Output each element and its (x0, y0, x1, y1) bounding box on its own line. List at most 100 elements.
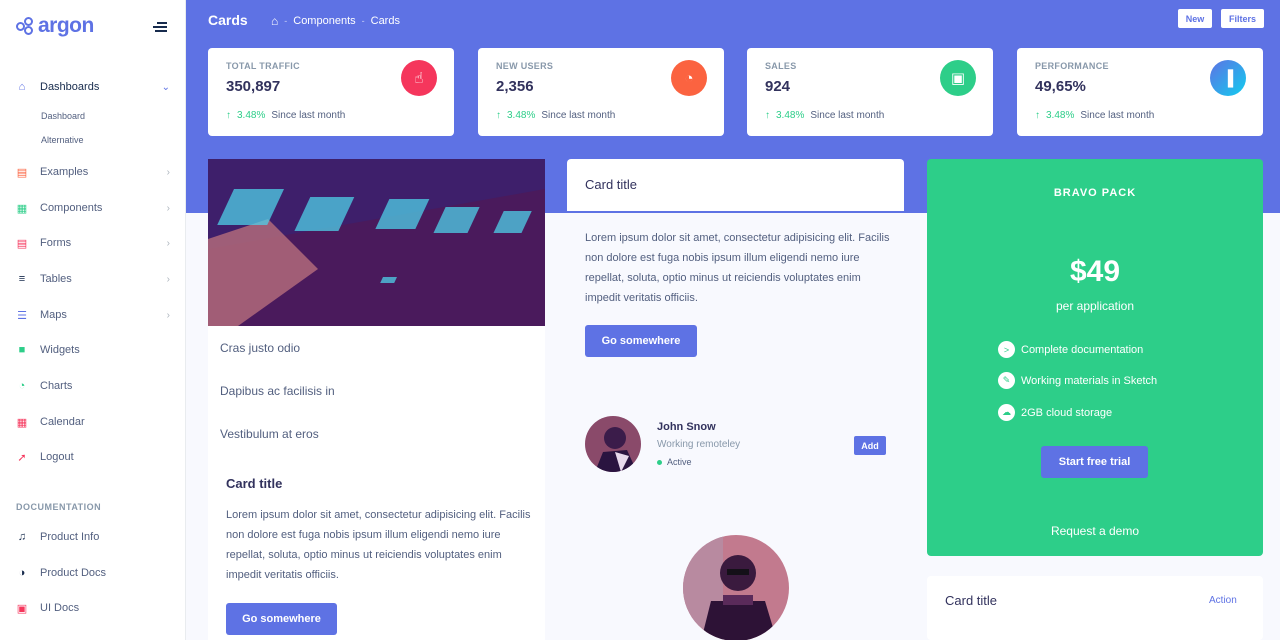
chevron-right-icon: › (166, 309, 170, 321)
brand[interactable]: argon (16, 14, 94, 38)
chevron-down-icon: ⌄ (161, 81, 170, 93)
sidebar-item-widgets[interactable]: ■ Widgets (16, 339, 170, 361)
filters-button[interactable]: Filters (1221, 9, 1264, 28)
stat-value: 2,356 (496, 78, 534, 95)
feature-label: Complete documentation (1021, 343, 1144, 356)
profile-name[interactable]: John Snow (657, 421, 716, 433)
chevron-right-icon: › (166, 273, 170, 285)
sidebar-item-maps[interactable]: ☰ Maps › (16, 304, 170, 326)
list-icon: ≡ (18, 273, 26, 285)
home-icon[interactable]: ⌂ (271, 14, 278, 28)
hand-pointer-icon: ☝ (401, 60, 437, 96)
music-icon: ♫ (17, 531, 27, 543)
sidebar-item-label: Calendar (40, 416, 85, 428)
new-button[interactable]: New (1178, 9, 1212, 28)
ui-icon: ▣ (16, 602, 28, 615)
pie-icon: ◔ (18, 380, 26, 392)
stat-label: PERFORMANCE (1035, 61, 1109, 71)
brand-name: argon (38, 14, 94, 37)
stat-value: 350,897 (226, 78, 281, 95)
arrow-up-icon: ↑ (496, 110, 501, 121)
sidebar-item-components[interactable]: ▦ Components › (16, 197, 170, 219)
sidebar-item-label: Maps (40, 309, 67, 321)
sidebar-item-label: Dashboards (40, 81, 100, 93)
sidebar-subitem-alternative[interactable]: Alternative (41, 135, 84, 145)
stat-footer: ↑ 3.48% Since last month (1035, 110, 1154, 121)
go-somewhere-button[interactable]: Go somewhere (226, 603, 337, 635)
sidebar-subitem-dashboard[interactable]: Dashboard (41, 111, 85, 121)
request-demo-link[interactable]: Request a demo (927, 524, 1263, 538)
pencil-icon: ✎ (998, 372, 1015, 389)
card-text: Lorem ipsum dolor sit amet, consectetur … (226, 509, 531, 581)
arrow-up-icon: ↑ (226, 110, 231, 121)
stat-card-performance: PERFORMANCE 49,65% ▐ ↑ 3.48% Since last … (1017, 48, 1263, 136)
sidenav-toggle-icon[interactable] (153, 22, 167, 32)
status-badge: Active (657, 457, 692, 467)
card-title: Card title (226, 476, 283, 491)
money-coins-icon: ▣ (940, 60, 976, 96)
action-button[interactable]: Action (1209, 595, 1237, 606)
stat-change: 3.48% (1046, 110, 1075, 121)
sidebar-item-logout[interactable]: ➚ Logout (16, 446, 170, 468)
start-free-trial-button[interactable]: Start free trial (1041, 446, 1148, 478)
arrow-up-icon: ↑ (1035, 110, 1040, 121)
sidebar-item-ui-docs[interactable]: ▣ UI Docs (16, 597, 170, 619)
sidebar-item-label: Components (40, 202, 103, 214)
stat-value: 49,65% (1035, 78, 1086, 95)
feature-item: ✎ Working materials in Sketch (998, 372, 1157, 389)
pie-chart-icon: ◔ (671, 60, 707, 96)
sidebar-item-tables[interactable]: ≡ Tables › (16, 268, 170, 290)
sidebar: argon ⌂ Dashboards ⌄ Dashboard Alternati… (0, 0, 186, 640)
stat-change: 3.48% (237, 110, 266, 121)
add-button[interactable]: Add (854, 436, 886, 455)
stat-card-total-traffic: TOTAL TRAFFIC 350,897 ☝ ↑ 3.48% Since la… (208, 48, 454, 136)
card-text: Lorem ipsum dolor sit amet, consectetur … (585, 232, 890, 304)
breadcrumb-item-components[interactable]: Components (293, 15, 355, 27)
status-text: Active (667, 457, 692, 467)
breadcrumb-separator: - (361, 16, 365, 26)
sidebar-item-label: Examples (40, 166, 89, 178)
forms-icon: ▤ (16, 237, 28, 250)
go-somewhere-button[interactable]: Go somewhere (585, 325, 697, 357)
sidebar-item-examples[interactable]: ▤ Examples › (16, 161, 170, 183)
avatar (585, 416, 641, 472)
stat-value: 924 (765, 78, 791, 95)
stat-change: 3.48% (507, 110, 536, 121)
stat-since: Since last month (541, 110, 616, 121)
stat-footer: ↑ 3.48% Since last month (765, 110, 884, 121)
sidebar-item-forms[interactable]: ▤ Forms › (16, 232, 170, 254)
sidebar-item-label: UI Docs (40, 602, 80, 614)
sidebar-item-label: Widgets (40, 344, 80, 356)
sidebar-item-dashboards[interactable]: ⌂ Dashboards ⌄ (16, 76, 170, 98)
stat-label: TOTAL TRAFFIC (226, 61, 300, 71)
sidebar-item-calendar[interactable]: ▦ Calendar (16, 411, 170, 433)
pricing-card: BRAVO PACK $49 per application > Complet… (927, 159, 1263, 556)
logout-icon: ➚ (17, 451, 27, 464)
sidebar-item-label: Tables (40, 273, 72, 285)
sidebar-item-label: Charts (40, 380, 73, 392)
argon-logo-icon (16, 17, 34, 35)
list-item: Cras justo odio (220, 341, 301, 355)
status-dot-icon (657, 459, 662, 465)
breadcrumb-item-cards: Cards (370, 15, 400, 27)
bottom-card: Card title Action (927, 576, 1263, 640)
card-title: Card title (945, 593, 998, 608)
stat-label: NEW USERS (496, 61, 554, 71)
sidebar-item-product-docs[interactable]: ◑ Product Docs (16, 562, 170, 584)
feature-item: > Complete documentation (998, 341, 1143, 358)
stat-card-sales: SALES 924 ▣ ↑ 3.48% Since last month (747, 48, 993, 136)
breadcrumb-separator: - (284, 16, 288, 26)
terminal-icon: > (998, 341, 1015, 358)
stat-since: Since last month (810, 110, 885, 121)
sidebar-item-label: Forms (40, 237, 72, 249)
sidebar-item-product-info[interactable]: ♫ Product Info (16, 526, 170, 548)
pricing-period: per application (1055, 299, 1135, 313)
archive-icon: ■ (18, 344, 26, 356)
stat-card-new-users: NEW USERS 2,356 ◔ ↑ 3.48% Since last mon… (478, 48, 724, 136)
sidebar-item-charts[interactable]: ◔ Charts (16, 375, 170, 397)
stat-since: Since last month (1080, 110, 1155, 121)
documentation-heading: DOCUMENTATION (16, 502, 102, 512)
card-title: Card title (585, 177, 638, 192)
pricing-title: BRAVO PACK (1053, 187, 1137, 199)
feature-item: ☁ 2GB cloud storage (998, 404, 1112, 421)
